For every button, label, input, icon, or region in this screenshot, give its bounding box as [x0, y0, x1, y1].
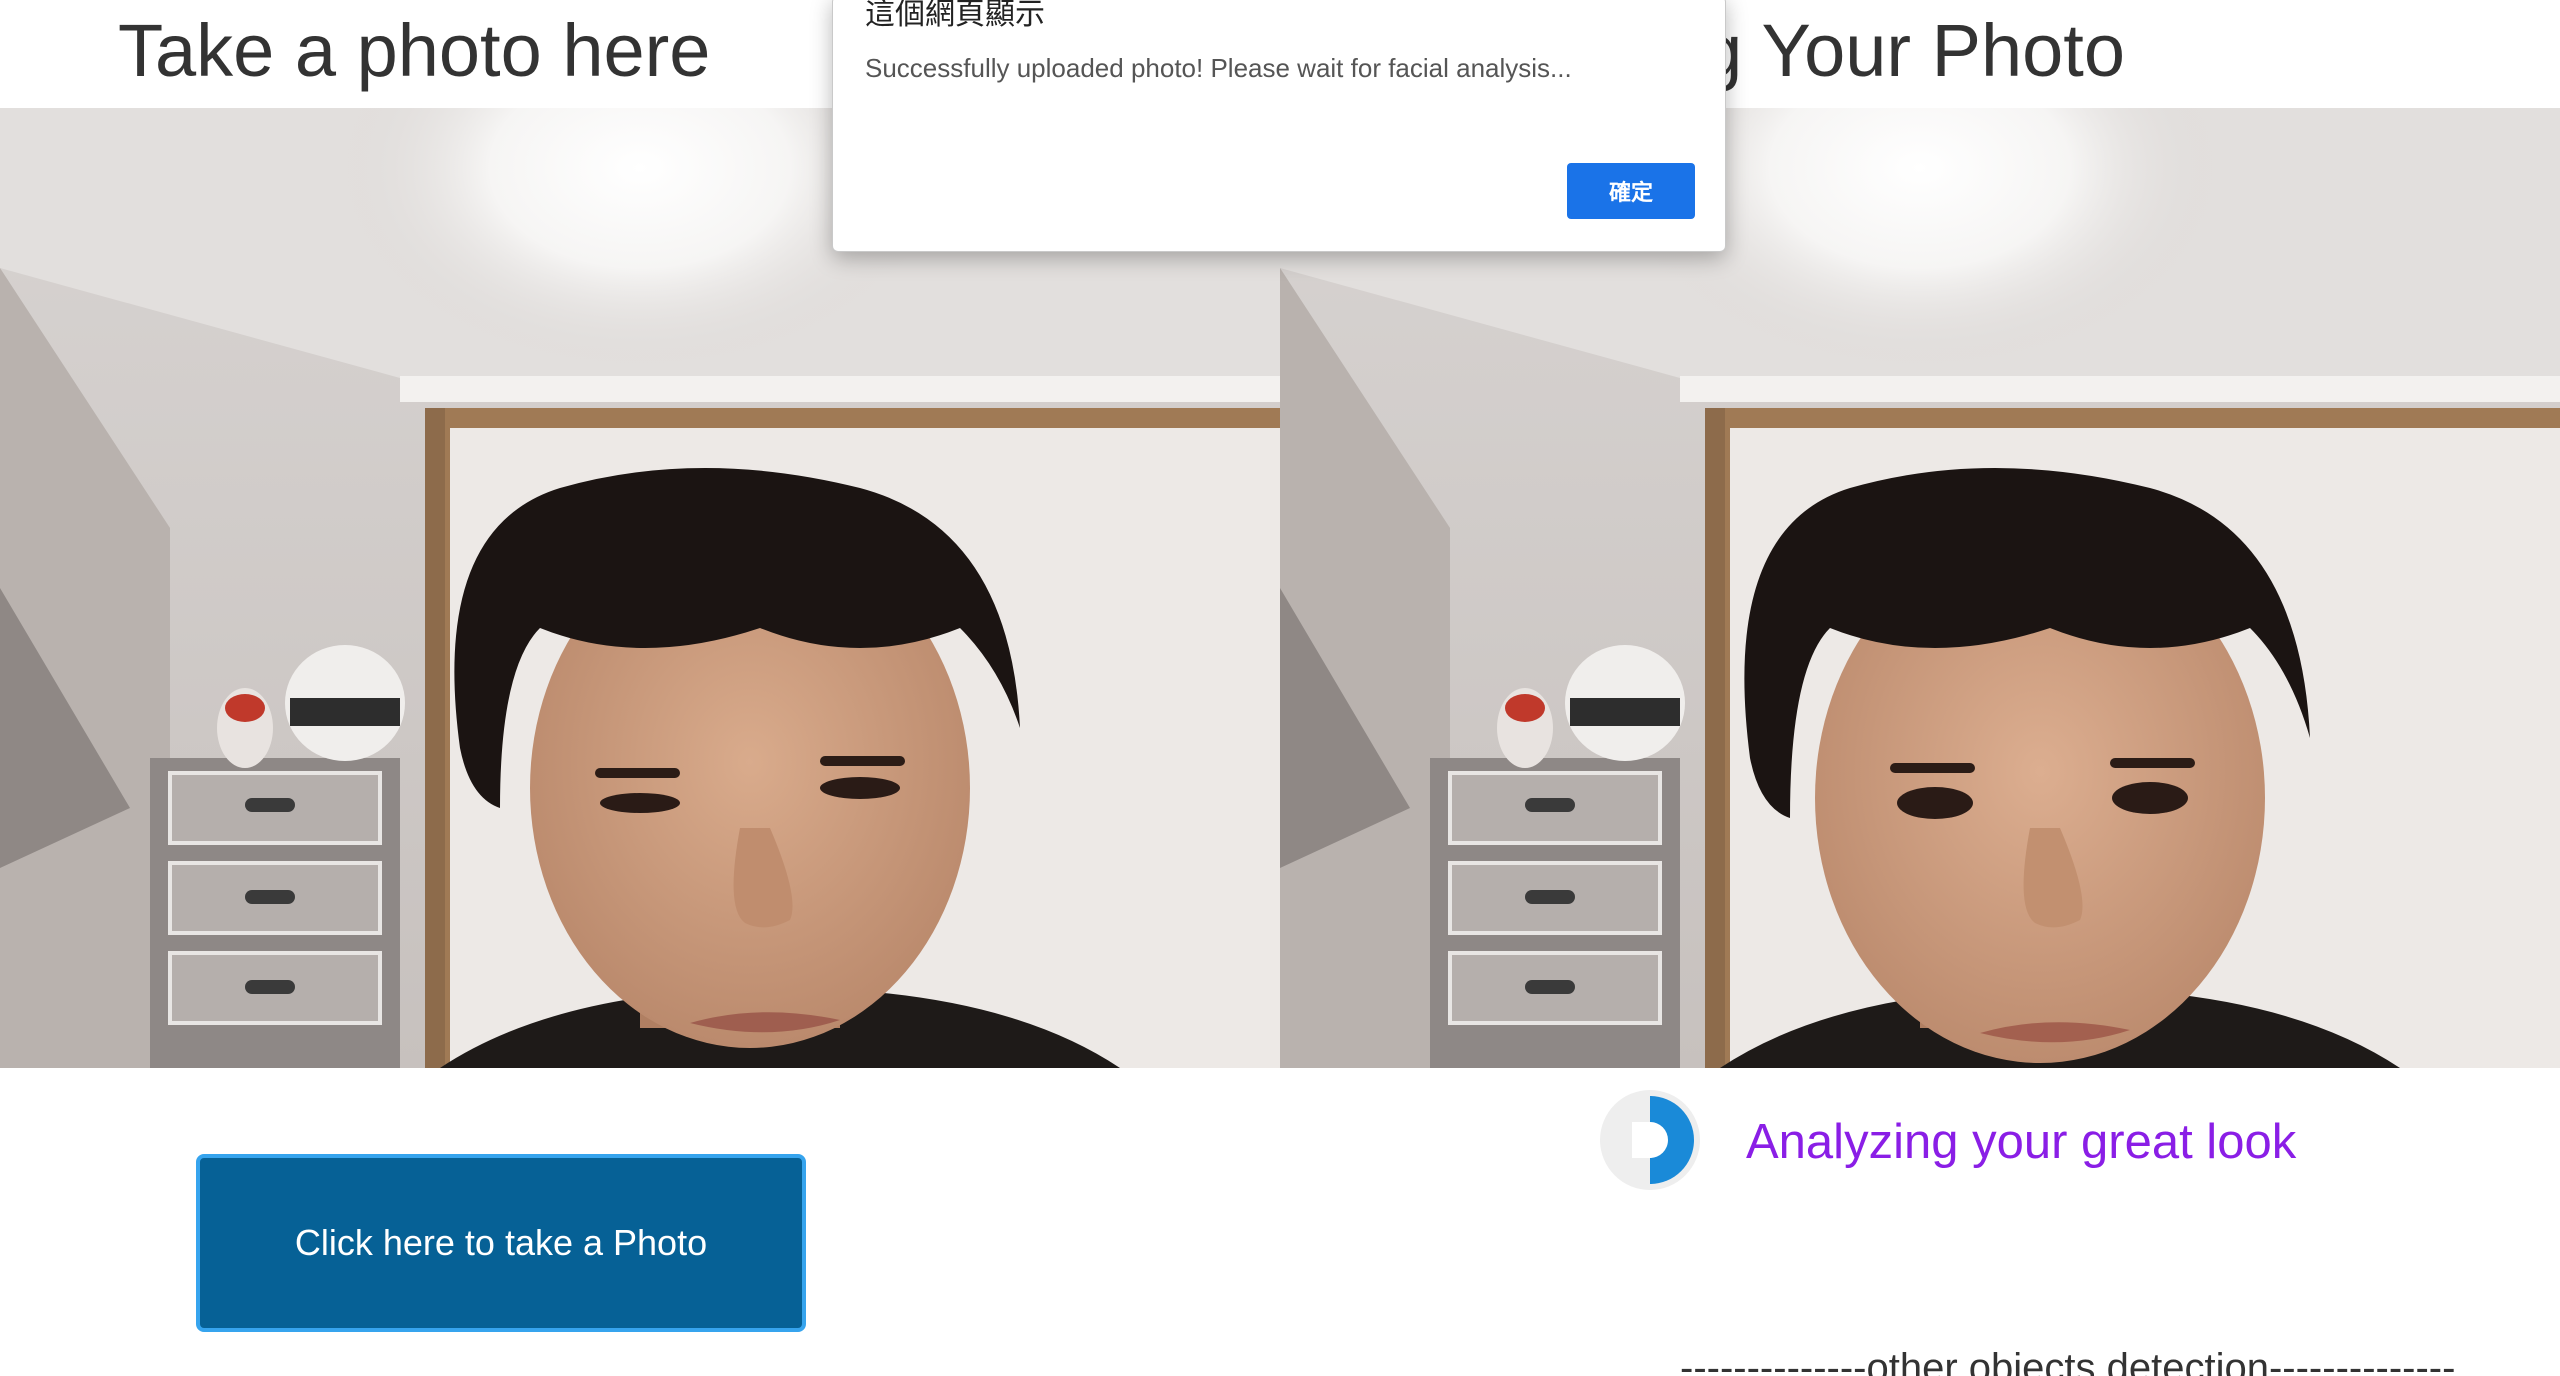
page: Take a photo here ng Your Photo Click he… [0, 0, 2560, 1376]
take-photo-title: Take a photo here [118, 9, 711, 92]
webcam-feed [0, 108, 1280, 1068]
analyzing-photo-title: ng Your Photo [1660, 9, 2125, 92]
captured-photo [1280, 108, 2560, 1068]
take-photo-button[interactable]: Click here to take a Photo [196, 1154, 806, 1332]
object-detection-heading: --------------other objects detection---… [1680, 1346, 2456, 1376]
webcam-feed-image [0, 108, 1280, 1068]
analyzing-status-text: Analyzing your great look [1746, 1115, 2297, 1169]
dialog-ok-button[interactable]: 確定 [1567, 163, 1695, 219]
captured-photo-image [1280, 108, 2560, 1068]
dialog-heading: 這個網頁顯示 [865, 0, 1045, 32]
loading-spinner-icon [1600, 1090, 1700, 1190]
alert-dialog: 這個網頁顯示 Successfully uploaded photo! Plea… [832, 0, 1726, 252]
dialog-message: Successfully uploaded photo! Please wait… [865, 53, 1572, 83]
